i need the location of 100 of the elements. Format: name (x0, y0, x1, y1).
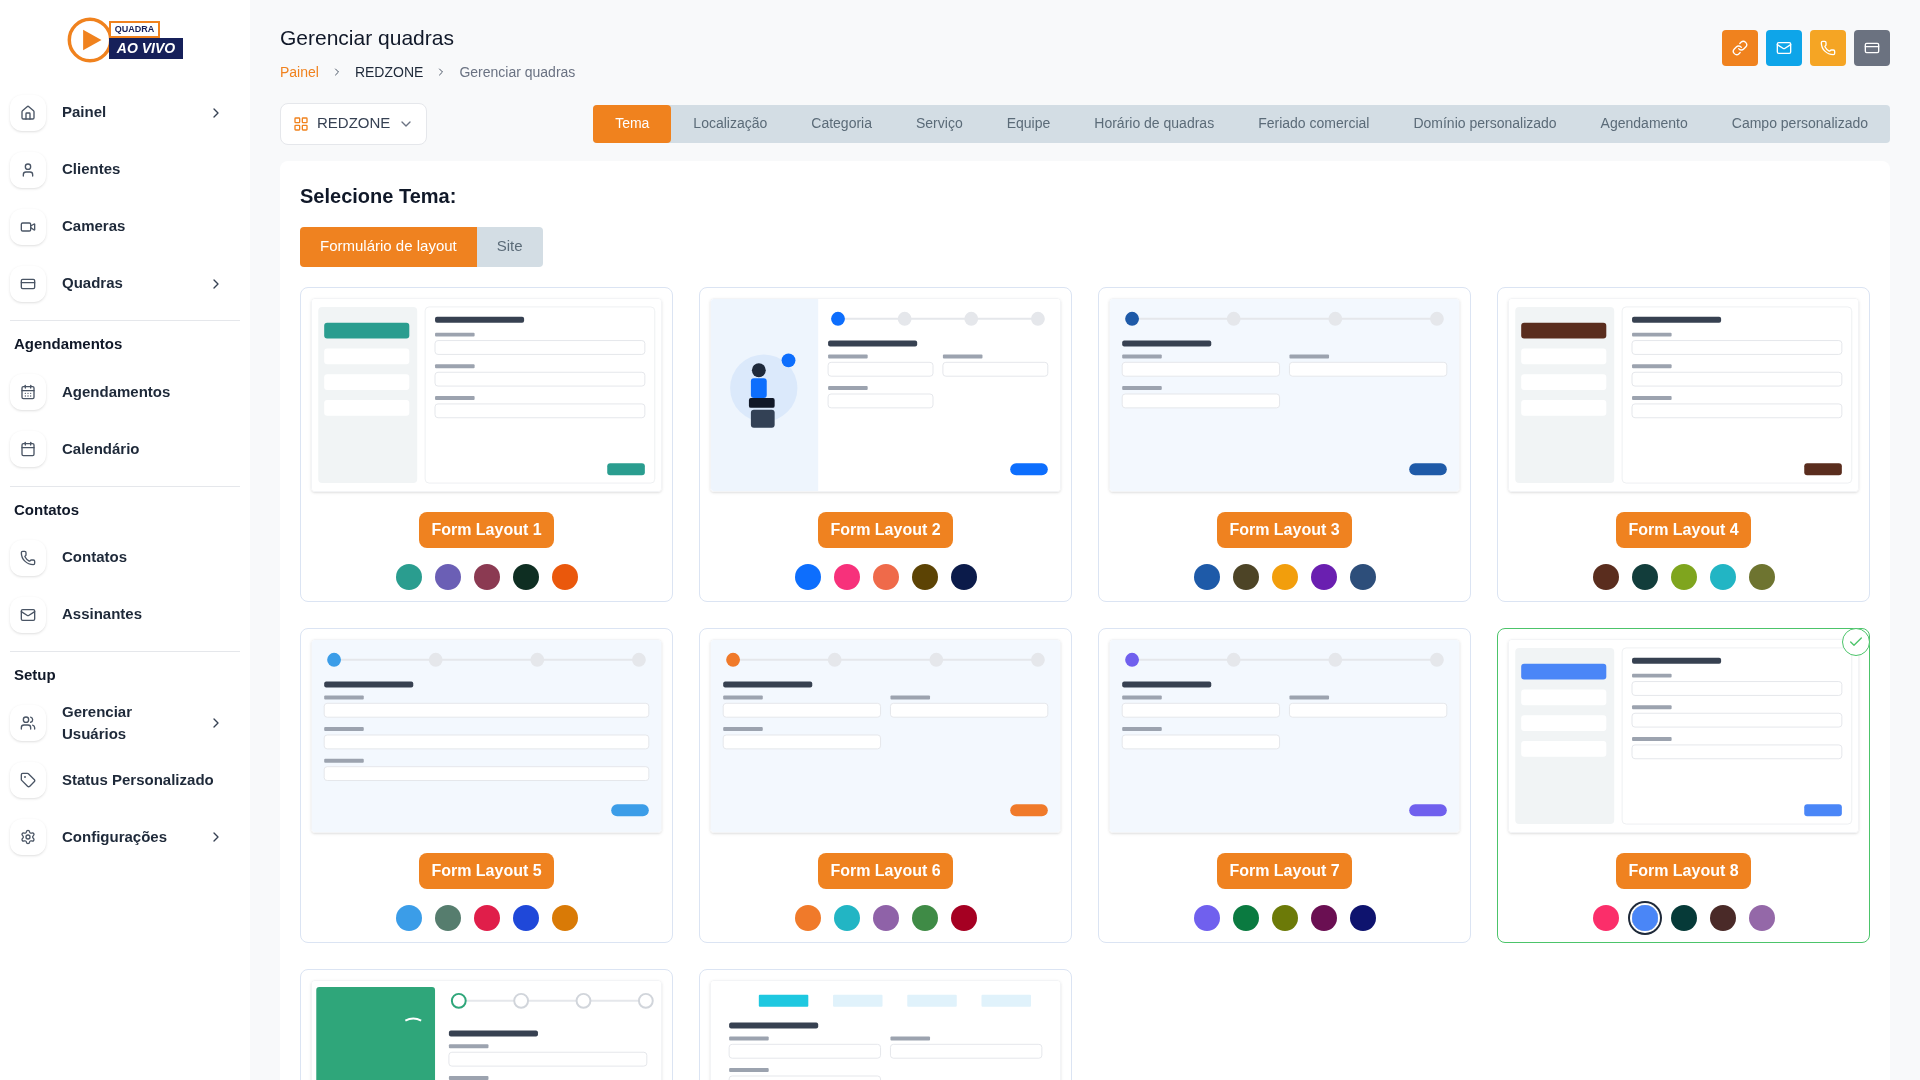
tab[interactable]: Tema (593, 104, 672, 143)
color-swatch[interactable] (1631, 563, 1658, 590)
sidebar-icon (20, 772, 36, 788)
tab[interactable]: Feriado comercial (1236, 104, 1392, 143)
sidebar-item[interactable]: Assinantes (10, 586, 240, 643)
color-swatch[interactable] (1349, 563, 1376, 590)
sidebar-icon (20, 549, 36, 566)
section-heading: Agendamentos (13, 334, 124, 354)
action-button[interactable] (1722, 30, 1758, 66)
sidebar-item[interactable]: Gerenciar Usuários (10, 694, 240, 752)
color-swatch[interactable] (950, 904, 977, 931)
venue-select[interactable]: REDZONE (280, 102, 428, 145)
sidebar-item[interactable]: Agendamentos (10, 363, 240, 421)
sidebar-item[interactable]: Calendário (10, 420, 240, 478)
tab[interactable]: Campo personalizado (1709, 104, 1890, 143)
layout-card[interactable]: Form Layout 7 (1098, 627, 1471, 943)
color-swatch[interactable] (911, 904, 938, 931)
tab[interactable]: Domínio personalizado (1391, 104, 1579, 143)
action-icon (1864, 40, 1880, 56)
color-swatch[interactable] (833, 904, 860, 931)
color-swatch[interactable] (551, 904, 578, 931)
sidebar-item[interactable]: Configurações (10, 808, 240, 866)
tab[interactable]: Agendamento (1578, 104, 1710, 143)
color-swatch[interactable] (1670, 563, 1697, 590)
layout-card[interactable]: Form Layout 8 (1497, 627, 1870, 943)
color-swatch[interactable] (833, 563, 860, 590)
color-swatch[interactable] (395, 904, 422, 931)
color-swatch[interactable] (473, 904, 500, 931)
color-swatch[interactable] (434, 904, 461, 931)
layout-card[interactable]: Form Layout 3 (1098, 286, 1471, 602)
action-button[interactable] (1766, 30, 1802, 66)
layout-card[interactable]: Form Layout 6 (699, 627, 1072, 943)
sidebar-item[interactable]: Cameras (10, 198, 240, 255)
section-title: Selecione Tema: (300, 183, 458, 209)
layout-name: Form Layout 5 (419, 852, 554, 889)
tab[interactable]: Categoria (789, 104, 894, 143)
sidebar-icon (20, 441, 36, 457)
sidebar-icon (20, 104, 36, 121)
sidebar-item[interactable]: Status Personalizado (10, 751, 240, 809)
action-icon (1776, 40, 1792, 56)
layout-card[interactable]: Form Layout 1 (300, 286, 673, 602)
layout-card[interactable]: Form Layout 2 (699, 286, 1072, 602)
color-swatch[interactable] (434, 563, 461, 590)
sidebar-item[interactable]: Quadras (10, 255, 240, 312)
layout-name: Form Layout 6 (818, 852, 953, 889)
color-swatch[interactable] (872, 904, 899, 931)
tab[interactable]: Localização (671, 104, 790, 143)
tab[interactable]: Serviço (894, 104, 985, 143)
check-icon (1842, 627, 1870, 656)
color-swatch[interactable] (1193, 563, 1220, 590)
color-swatch[interactable] (794, 904, 821, 931)
sidebar-icon (20, 161, 36, 178)
breadcrumb-item[interactable]: REDZONE (354, 61, 424, 83)
tab[interactable]: Equipe (984, 104, 1073, 143)
logo-text: QUADRA (108, 20, 161, 39)
color-swatch[interactable] (1271, 904, 1298, 931)
sidebar-icon (20, 829, 36, 845)
color-swatch[interactable] (1232, 563, 1259, 590)
grid-icon (293, 115, 309, 132)
color-swatch[interactable] (1709, 563, 1736, 590)
color-swatch[interactable] (473, 563, 500, 590)
color-swatch[interactable] (1310, 563, 1337, 590)
color-swatch[interactable] (1592, 904, 1619, 931)
layout-name: Form Layout 7 (1217, 852, 1352, 889)
section-heading: Contatos (13, 499, 80, 520)
mode-toggle[interactable]: Site (476, 226, 543, 267)
color-swatch[interactable] (1709, 904, 1736, 931)
color-swatch[interactable] (512, 563, 539, 590)
color-swatch[interactable] (1232, 904, 1259, 931)
sidebar-item[interactable]: Clientes (10, 141, 240, 198)
layout-name: Form Layout 2 (818, 511, 953, 548)
color-swatch[interactable] (1748, 904, 1775, 931)
color-swatch[interactable] (512, 904, 539, 931)
color-swatch[interactable] (794, 563, 821, 590)
action-button[interactable] (1854, 30, 1890, 66)
color-swatch[interactable] (1748, 563, 1775, 590)
layout-card[interactable]: Form Layout 4 (1497, 286, 1870, 602)
layout-name: Form Layout 1 (419, 511, 554, 548)
color-swatch[interactable] (1193, 904, 1220, 931)
color-swatch[interactable] (1670, 904, 1697, 931)
color-swatch[interactable] (872, 563, 899, 590)
color-swatch[interactable] (1592, 563, 1619, 590)
layout-name: Form Layout 8 (1616, 852, 1751, 889)
section-heading: Setup (13, 665, 57, 685)
sidebar-item[interactable]: Painel (10, 84, 240, 141)
color-swatch[interactable] (395, 563, 422, 590)
color-swatch[interactable] (1271, 563, 1298, 590)
color-swatch[interactable] (1310, 904, 1337, 931)
sidebar-item[interactable]: Contatos (10, 529, 240, 586)
mode-toggle[interactable]: Formulário de layout (300, 226, 477, 267)
breadcrumb-item[interactable]: Painel (280, 61, 319, 83)
color-swatch[interactable] (1631, 904, 1658, 931)
tab[interactable]: Horário de quadras (1072, 104, 1237, 143)
action-icon (1820, 40, 1836, 56)
color-swatch[interactable] (911, 563, 938, 590)
color-swatch[interactable] (551, 563, 578, 590)
color-swatch[interactable] (1349, 904, 1376, 931)
layout-card[interactable]: Form Layout 5 (300, 627, 673, 943)
color-swatch[interactable] (950, 563, 977, 590)
action-icon (1732, 40, 1748, 56)
